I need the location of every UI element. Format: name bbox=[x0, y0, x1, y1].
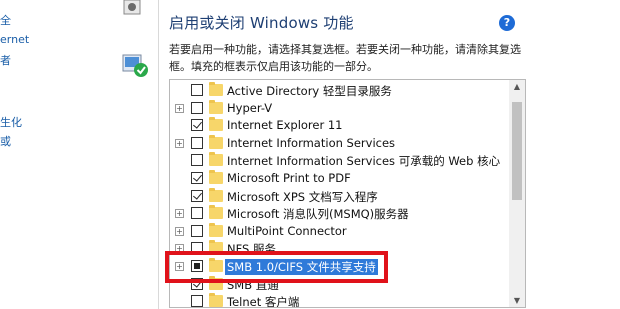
scroll-up-icon[interactable]: ▲ bbox=[512, 82, 522, 91]
feature-checkbox[interactable] bbox=[191, 224, 203, 237]
feature-checkbox[interactable] bbox=[191, 84, 203, 96]
feature-label: Telnet 客户端 bbox=[227, 295, 300, 308]
expand-icon[interactable]: + bbox=[175, 103, 184, 113]
control-panel-link[interactable]: 者 bbox=[0, 52, 11, 68]
feature-row[interactable]: + Hyper-V bbox=[170, 99, 510, 117]
feature-checkbox[interactable] bbox=[191, 189, 203, 202]
feature-checkbox[interactable] bbox=[191, 136, 203, 149]
dialog-title: 启用或关闭 Windows 功能 bbox=[169, 14, 354, 32]
vertical-scrollbar[interactable]: ▲ ▼ bbox=[509, 80, 525, 307]
control-panel-link[interactable]: 生化 bbox=[0, 114, 22, 130]
folder-icon bbox=[209, 187, 223, 202]
feature-label: Internet Information Services 可承载的 Web 核… bbox=[227, 154, 501, 169]
programs-icon bbox=[123, 0, 141, 15]
help-icon[interactable]: ? bbox=[499, 15, 515, 31]
feature-label: MultiPoint Connector bbox=[227, 223, 347, 238]
feature-checkbox[interactable] bbox=[191, 119, 203, 132]
annotation-highlight-box bbox=[165, 251, 388, 283]
control-panel-background: 全 ernet 者 生化 或 bbox=[0, 0, 160, 309]
feature-row[interactable]: + MultiPoint Connector bbox=[170, 222, 510, 240]
feature-checkbox[interactable] bbox=[191, 154, 203, 167]
feature-row[interactable]: Internet Explorer 11 bbox=[170, 116, 510, 134]
feature-label: Microsoft 消息队列(MSMQ)服务器 bbox=[227, 207, 409, 222]
control-panel-link[interactable]: 全 bbox=[0, 12, 11, 28]
feature-label: Microsoft XPS 文档写入程序 bbox=[227, 189, 378, 204]
feature-row[interactable]: Microsoft Print to PDF bbox=[170, 169, 510, 187]
feature-label: Internet Information Services bbox=[227, 135, 396, 150]
folder-icon bbox=[209, 205, 223, 220]
feature-row[interactable]: Active Directory 轻型目录服务 bbox=[170, 81, 510, 99]
control-panel-link[interactable]: ernet bbox=[0, 33, 29, 46]
feature-label: Microsoft Print to PDF bbox=[227, 171, 351, 185]
feature-checkbox[interactable] bbox=[191, 207, 203, 220]
expand-icon[interactable]: + bbox=[175, 226, 184, 236]
feature-row[interactable]: + Internet Information Services bbox=[170, 134, 510, 152]
feature-label: Internet Explorer 11 bbox=[227, 118, 343, 133]
windows-features-icon bbox=[122, 54, 148, 77]
folder-icon bbox=[209, 222, 223, 237]
feature-label: Active Directory 轻型目录服务 bbox=[227, 84, 392, 98]
expand-icon[interactable]: + bbox=[175, 209, 184, 219]
folder-icon bbox=[209, 293, 223, 307]
feature-checkbox[interactable] bbox=[191, 101, 203, 114]
folder-icon bbox=[209, 170, 223, 184]
feature-row[interactable]: Internet Information Services 可承载的 Web 核… bbox=[170, 151, 510, 169]
feature-row[interactable]: Microsoft XPS 文档写入程序 bbox=[170, 187, 510, 205]
folder-icon bbox=[209, 117, 223, 132]
feature-checkbox[interactable] bbox=[191, 172, 203, 184]
scroll-down-icon[interactable]: ▼ bbox=[512, 296, 522, 305]
dialog-header: 启用或关闭 Windows 功能 ? bbox=[159, 0, 540, 36]
folder-icon bbox=[209, 82, 223, 96]
scrollbar-thumb[interactable] bbox=[512, 102, 522, 200]
dialog-description: 若要启用一种功能，请选择其复选框。若要关闭一种功能，请清除其复选框。填充的框表示… bbox=[169, 43, 521, 73]
expand-icon[interactable]: + bbox=[175, 138, 184, 148]
feature-row[interactable]: + Microsoft 消息队列(MSMQ)服务器 bbox=[170, 204, 510, 222]
feature-checkbox[interactable] bbox=[191, 295, 203, 307]
feature-row[interactable]: Telnet 客户端 bbox=[170, 292, 510, 308]
folder-icon bbox=[209, 99, 223, 114]
control-panel-link[interactable]: 或 bbox=[0, 133, 11, 149]
folder-icon bbox=[209, 152, 223, 167]
feature-label: Hyper-V bbox=[227, 100, 273, 115]
folder-icon bbox=[209, 134, 223, 149]
